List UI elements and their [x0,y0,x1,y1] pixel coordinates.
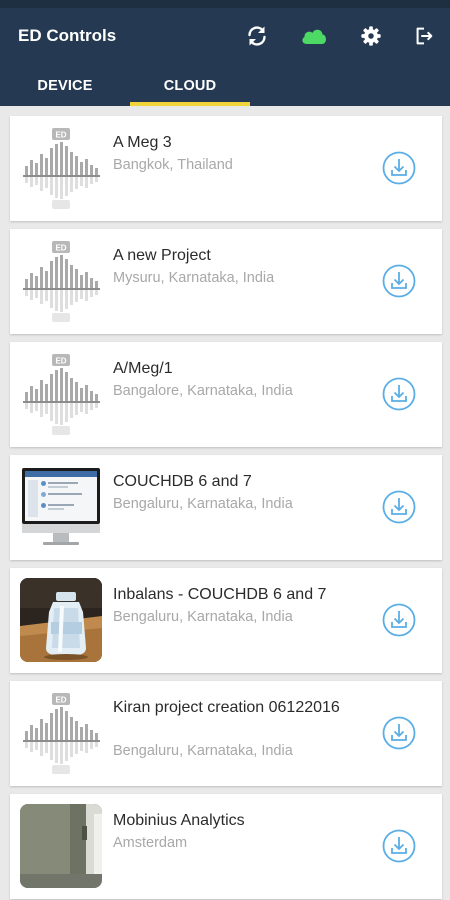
download-icon[interactable] [382,151,416,185]
download-icon[interactable] [382,603,416,637]
download-icon[interactable] [382,716,416,750]
download-icon[interactable] [382,829,416,863]
app-bar: ED Controls [0,8,450,66]
placeholder-logo-icon: ED [20,239,102,323]
project-list: ED A Meg 3 Bangkok, Thailand ED A new Pr… [10,116,442,900]
svg-text:ED: ED [55,696,66,705]
tab-bar: DEVICE CLOUD [0,66,450,106]
project-thumbnail-placeholder: ED [20,126,102,210]
active-tab-indicator [130,102,250,106]
placeholder-logo-icon: ED [20,126,102,210]
project-thumbnail-placeholder: ED [20,352,102,436]
cloud-icon [302,29,326,44]
project-title: Mobinius Analytics [113,812,245,829]
project-card[interactable]: COUCHDB 6 and 7 Bengaluru, Karnataka, In… [10,455,442,560]
project-location: Mysuru, Karnataka, India [113,270,275,286]
svg-text:ED: ED [55,357,66,366]
project-location: Amsterdam [113,835,188,851]
settings-button[interactable] [353,20,389,52]
gear-icon [361,26,381,46]
project-card[interactable]: ED Kiran project creation 06122016 Benga… [10,681,442,786]
tab-cloud-label: CLOUD [163,78,217,94]
project-thumbnail-photo [20,578,102,662]
project-location: Bengaluru, Karnataka, India [113,609,293,625]
sync-icon [248,26,266,46]
project-thumbnail-photo [20,465,102,549]
project-location: Bengaluru, Karnataka, India [113,496,293,512]
monitor-image [20,465,102,549]
tab-cloud[interactable]: CLOUD [130,66,250,106]
project-title: A/Meg/1 [113,360,173,377]
project-location: Bangkok, Thailand [113,157,233,173]
sync-button[interactable] [239,20,275,52]
placeholder-logo-icon: ED [20,691,102,775]
project-card[interactable]: Mobinius Analytics Amsterdam [10,794,442,899]
project-title: Inbalans - COUCHDB 6 and 7 [113,586,327,603]
svg-text:ED: ED [55,131,66,140]
project-thumbnail-photo [20,804,102,888]
project-card[interactable]: ED A new Project Mysuru, Karnataka, Indi… [10,229,442,334]
tab-device[interactable]: DEVICE [0,66,130,106]
project-thumbnail-placeholder: ED [20,691,102,775]
project-location: Bangalore, Karnataka, India [113,383,293,399]
status-bar [0,0,450,8]
project-location: Bengaluru, Karnataka, India [113,743,293,759]
project-title: A Meg 3 [113,134,172,151]
project-card[interactable]: Inbalans - COUCHDB 6 and 7 Bengaluru, Ka… [10,568,442,673]
project-title: A new Project [113,247,211,264]
project-card[interactable]: ED A Meg 3 Bangkok, Thailand [10,116,442,221]
project-card[interactable]: ED A/Meg/1 Bangalore, Karnataka, India [10,342,442,447]
svg-text:ED: ED [55,244,66,253]
app-title: ED Controls [18,26,117,45]
placeholder-logo-icon: ED [20,352,102,436]
download-icon[interactable] [382,377,416,411]
download-icon[interactable] [382,264,416,298]
bottle-image [20,578,102,662]
project-title: Kiran project creation 06122016 [113,699,340,716]
logout-icon [416,27,433,45]
download-icon[interactable] [382,490,416,524]
project-thumbnail-placeholder: ED [20,239,102,323]
cloud-status-button[interactable] [296,20,332,52]
logout-button[interactable] [406,20,442,52]
project-title: COUCHDB 6 and 7 [113,473,252,490]
wall-image [20,804,102,888]
